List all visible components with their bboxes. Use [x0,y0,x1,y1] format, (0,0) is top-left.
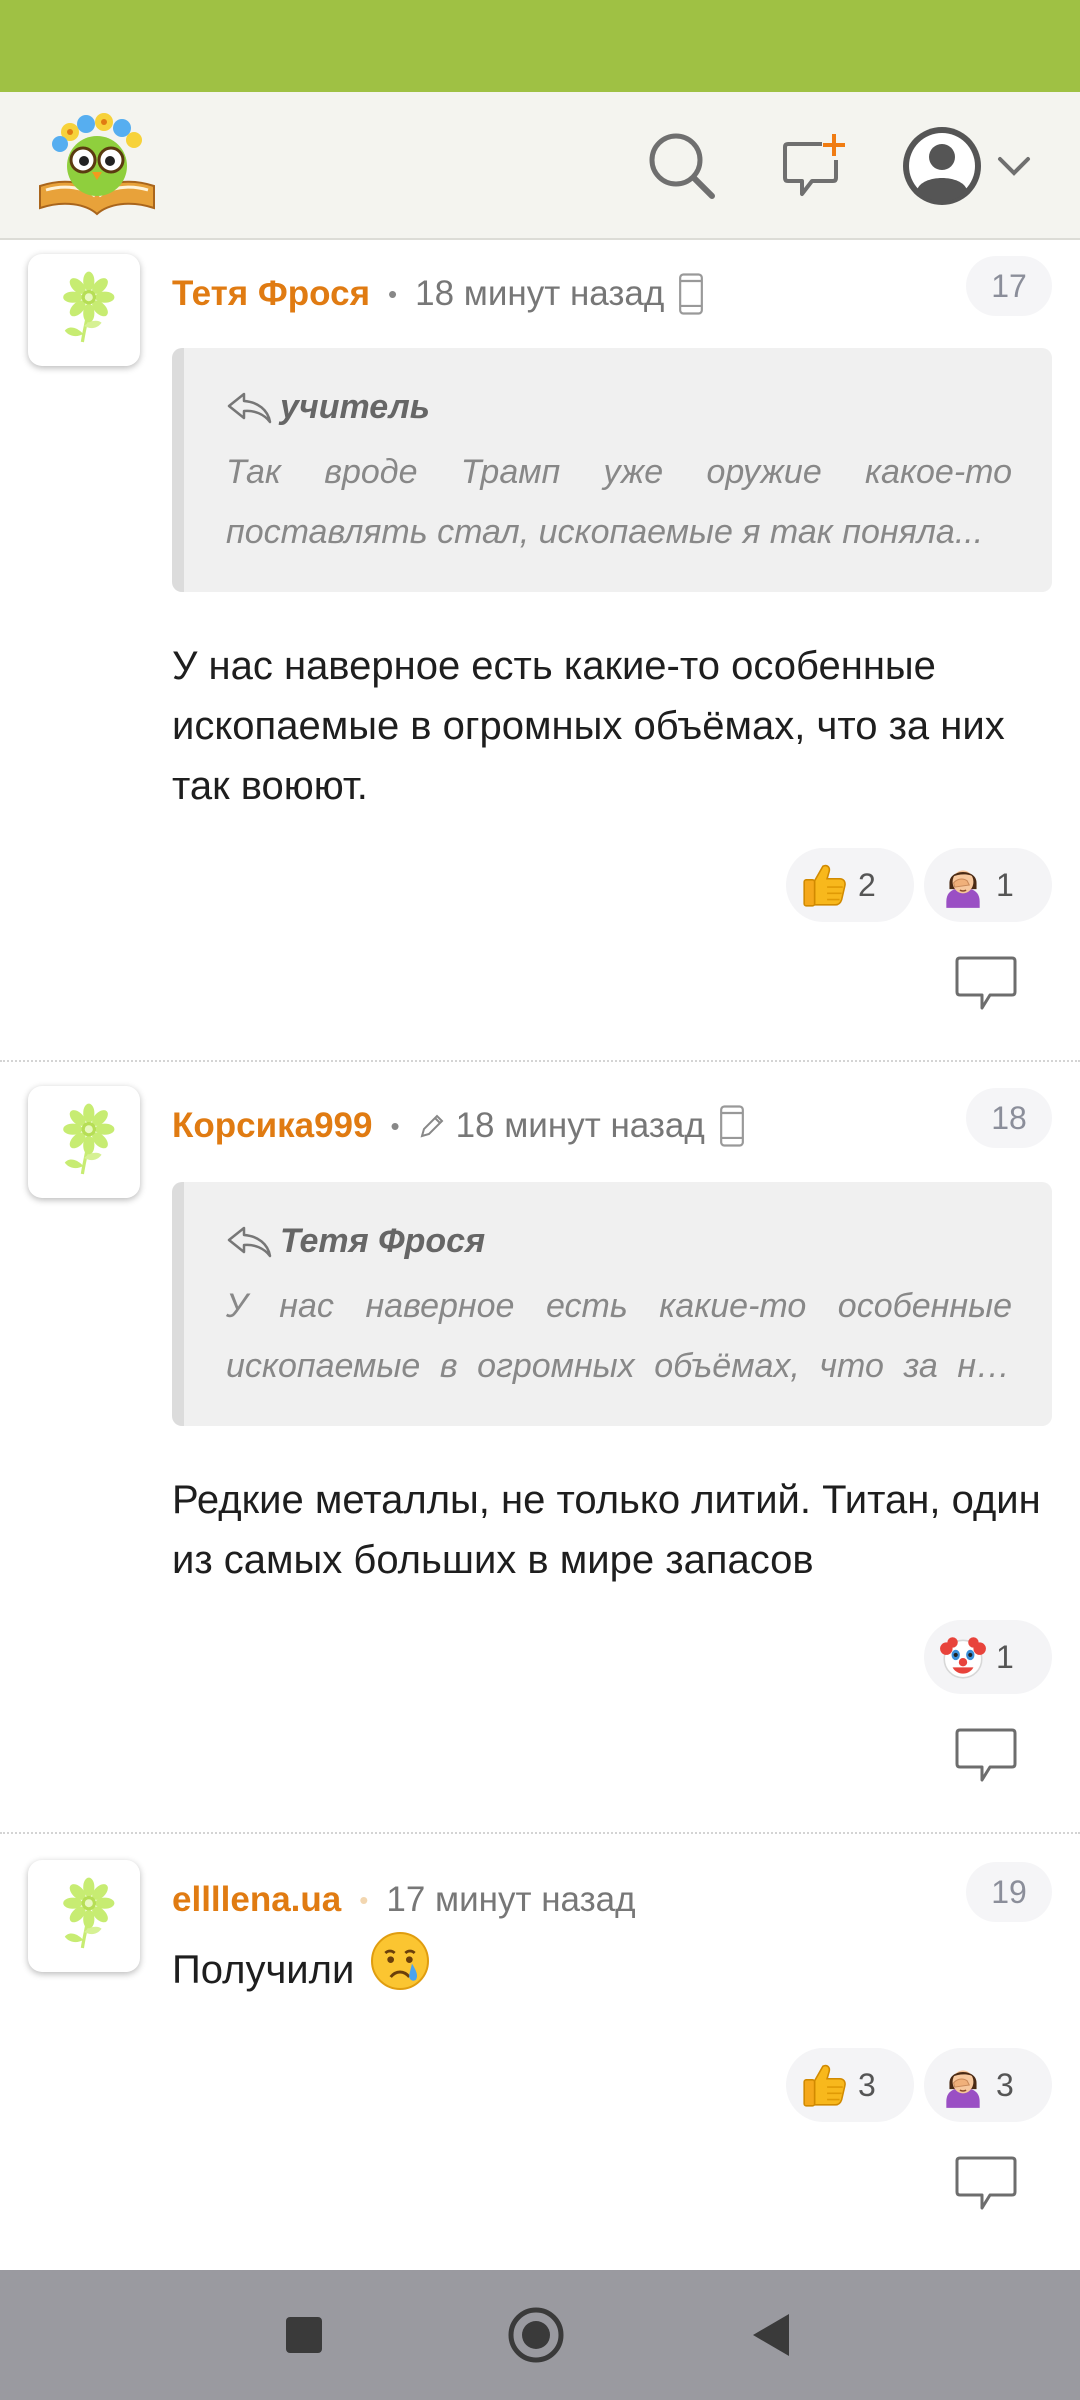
edited-pencil-icon [418,1112,446,1140]
search-button[interactable] [642,126,722,206]
comments-feed: Тетя Фрося • 18 минут назад 17 учитель Т… [0,242,1080,2270]
new-message-icon [783,134,845,196]
quoted-comment[interactable]: учитель Так вроде Трамп уже оружие какое… [172,348,1052,592]
reply-arrow-icon [226,390,274,426]
facepalm-icon [938,860,988,910]
reaction-count: 3 [858,2066,876,2103]
back-button[interactable] [722,2270,822,2400]
reply-button[interactable] [954,2154,1018,2214]
avatar[interactable] [28,254,140,366]
back-triangle-icon [753,2314,789,2356]
mobile-device-icon [719,1104,745,1148]
divider [0,1060,1080,1062]
comment-number[interactable]: 19 [966,1862,1052,1922]
quote-text: Так вроде Трамп уже оружие какое-то пост… [226,453,1012,551]
home-button[interactable] [486,2270,586,2400]
reply-button[interactable] [954,1726,1018,1786]
recent-apps-button[interactable] [254,2270,354,2400]
clown-icon [938,1632,988,1682]
reaction-clown[interactable]: 1 [924,1620,1052,1694]
reply-arrow-icon [226,1224,274,1260]
profile-menu-button[interactable] [900,126,1050,206]
comment-text-row: Получили [172,1940,1052,2000]
reaction-thumbs-up[interactable]: 3 [786,2048,914,2122]
comment-author[interactable]: Корсика999 [172,1106,372,1146]
comment-text: Редкие металлы, не только литий. Титан, … [172,1478,1041,1582]
comment-text: Получили [172,1948,355,1992]
quote-author: учитель [280,388,430,426]
reply-button[interactable] [954,954,1018,1014]
crying-face-icon [368,1929,432,1993]
square-icon [286,2317,322,2353]
comment-time: 18 минут назад [415,274,665,313]
reactions: 3 3 [786,2048,1052,2122]
comment-meta: Тетя Фрося • 18 минут назад [172,266,704,322]
comment-time: 17 минут назад [386,1880,636,1919]
reaction-count: 1 [996,1638,1014,1675]
avatar[interactable] [28,1086,140,1198]
comment-meta: Корсика999 • 18 минут назад [172,1098,745,1154]
new-message-button[interactable] [774,126,854,206]
reactions: 1 [924,1620,1052,1694]
reaction-facepalm[interactable]: 1 [924,848,1052,922]
comment-author[interactable]: Тетя Фрося [172,274,370,314]
user-avatar-icon [903,127,981,205]
reaction-count: 1 [996,866,1014,903]
comment-number[interactable]: 18 [966,1088,1052,1148]
comment-time: 18 минут назад [455,1106,705,1145]
comment-meta: ellllena.ua • 17 минут назад [172,1880,636,1920]
comment-bubble-icon [954,2154,1018,2214]
app-header [0,92,1080,240]
chevron-down-icon [998,157,1030,176]
quote-text: У нас наверное есть какие-то особенные и… [226,1287,1012,1385]
thumbs-up-icon [800,860,850,910]
avatar[interactable] [28,1860,140,1972]
comment-number[interactable]: 17 [966,256,1052,316]
system-navigation-bar [0,2270,1080,2400]
reaction-count: 2 [858,866,876,903]
reactions: 2 1 [786,848,1052,922]
mobile-device-icon [678,272,704,316]
quote-author: Тетя Фрося [280,1222,486,1260]
search-icon [649,133,715,199]
quoted-comment[interactable]: Тетя Фрося У нас наверное есть какие-то … [172,1182,1052,1426]
reaction-facepalm[interactable]: 3 [924,2048,1052,2122]
facepalm-icon [938,2060,988,2110]
comment-bubble-icon [954,1726,1018,1786]
status-bar [0,0,1080,92]
divider [0,1832,1080,1834]
reaction-thumbs-up[interactable]: 2 [786,848,914,922]
comment-text: У нас наверное есть какие-то особенные и… [172,644,1005,808]
owl-reading-book-logo[interactable] [34,108,160,220]
thumbs-up-icon [800,2060,850,2110]
comment-bubble-icon [954,954,1018,1014]
comment-author[interactable]: ellllena.ua [172,1880,341,1920]
reaction-count: 3 [996,2066,1014,2103]
circle-icon [508,2307,564,2363]
